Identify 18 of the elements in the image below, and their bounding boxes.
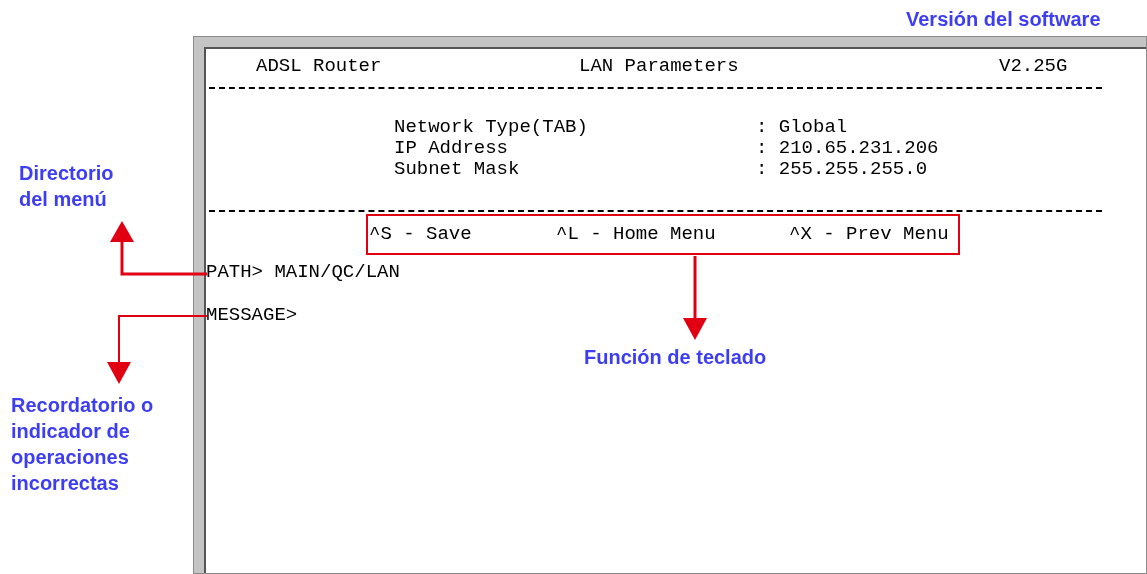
field-value: : 210.65.231.206 — [756, 138, 939, 159]
annotation-label: Función de teclado — [584, 345, 767, 370]
screen-title: LAN Parameters — [579, 56, 740, 77]
field-value: : 255.255.255.0 — [756, 159, 928, 180]
shortcut-hint: ^L - Home Menu — [556, 224, 716, 245]
annotation-label: Versión del software — [906, 7, 1101, 32]
shortcut-hint: ^X - Prev Menu — [789, 224, 949, 245]
annotation-label: Directorio del menú — [19, 161, 115, 212]
field-label: Subnet Mask — [394, 159, 521, 180]
app-name: ADSL Router — [256, 56, 383, 77]
version-text: V2.25G — [999, 56, 1068, 77]
field-label: IP Address — [394, 138, 510, 159]
shortcut-hint: ^S - Save — [369, 224, 472, 245]
annotation-label: Recordatorio o indicador de operaciones incorrectas — [11, 393, 155, 496]
field-value: : Global — [756, 117, 848, 138]
field-label: Network Type(TAB) — [394, 117, 589, 138]
message-prompt: MESSAGE> — [206, 305, 298, 326]
path-line: PATH> MAIN/QC/LAN — [206, 262, 400, 283]
